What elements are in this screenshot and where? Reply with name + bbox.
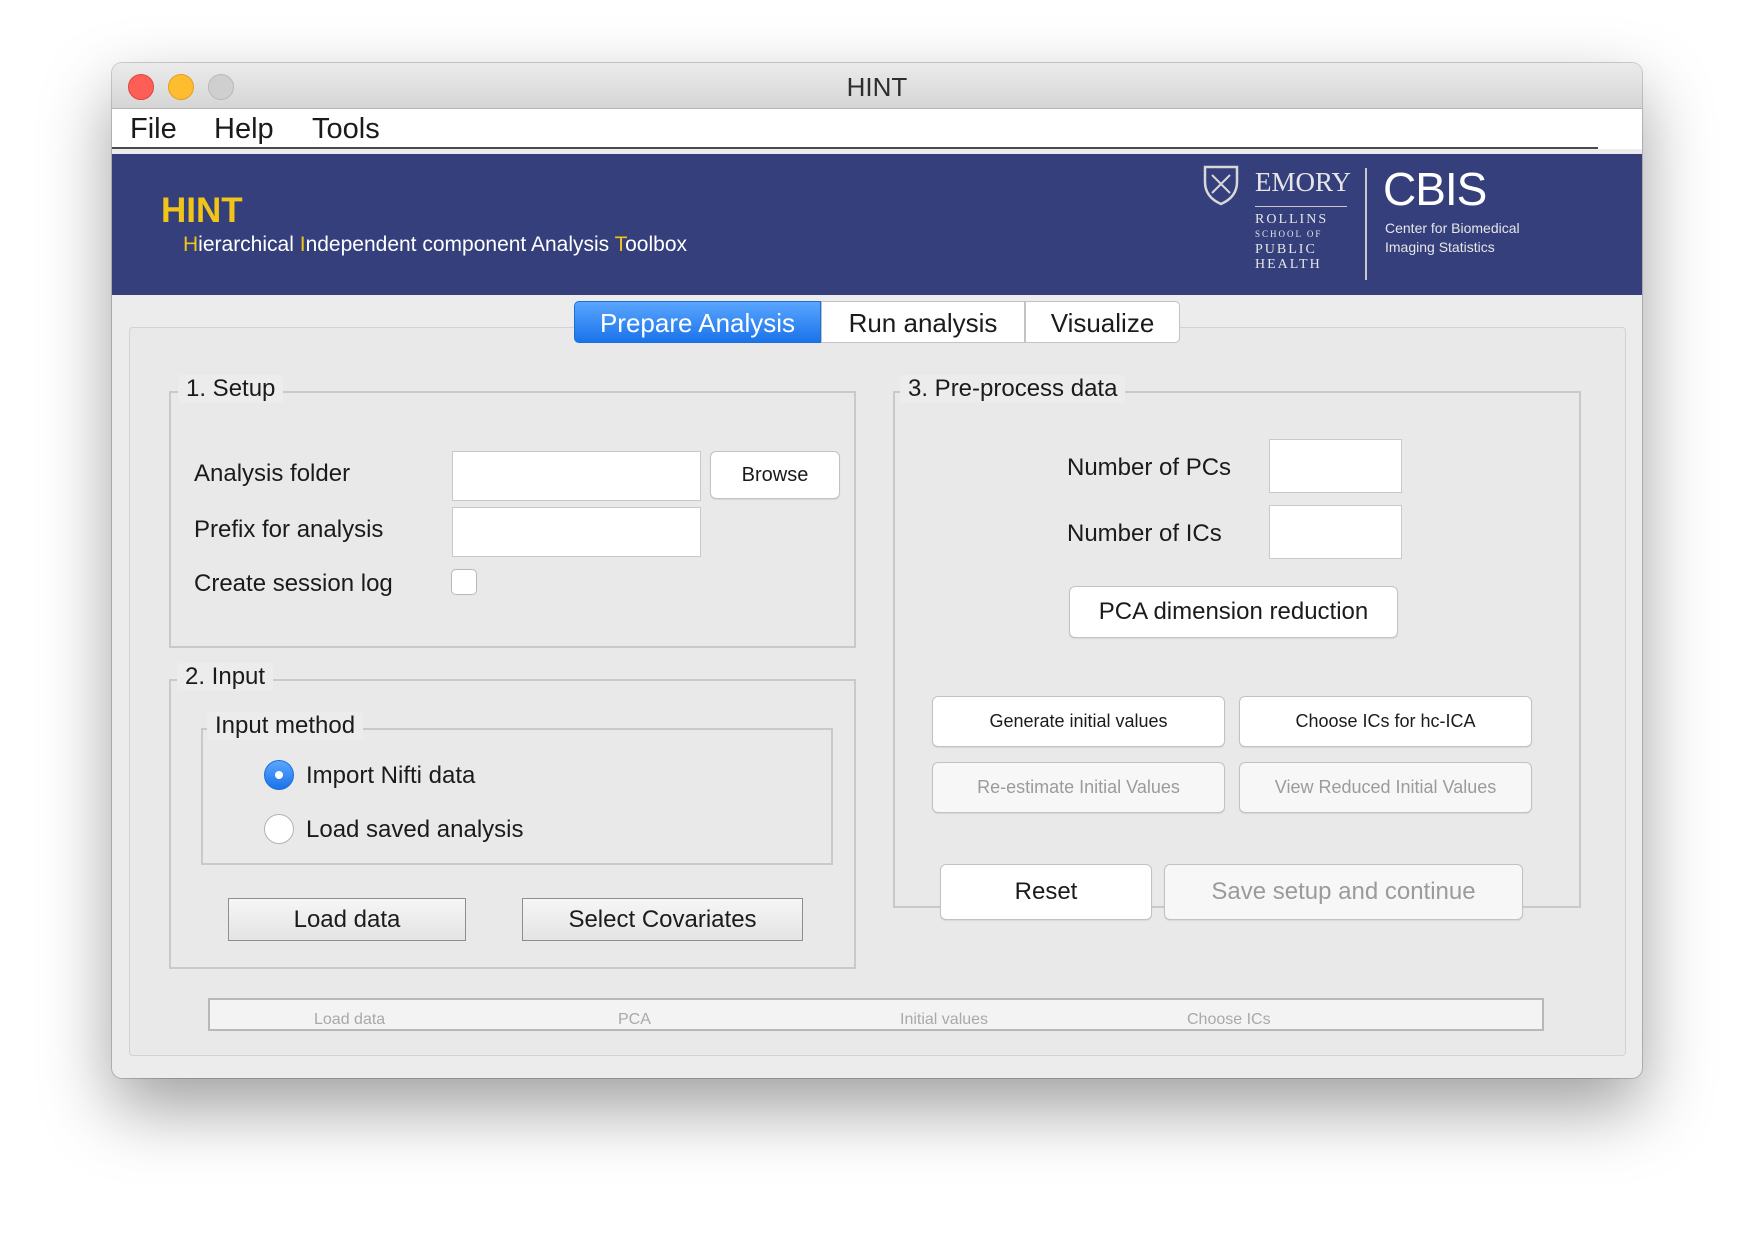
logo-divider xyxy=(1365,168,1367,280)
import-nifti-label: Import Nifti data xyxy=(306,762,476,789)
input-legend: 2. Input xyxy=(177,663,274,691)
logo-rollins: ROLLINS SCHOOL OF PUBLIC HEALTH xyxy=(1255,212,1329,272)
reset-button[interactable]: Reset xyxy=(940,864,1152,920)
progress-step-initial-values: Initial values xyxy=(900,1011,989,1028)
load-data-button[interactable]: Load data xyxy=(228,898,466,941)
analysis-folder-input[interactable] xyxy=(452,451,701,501)
subtitle-word: Toolbox xyxy=(614,233,688,256)
input-method-legend: Input method xyxy=(207,712,364,740)
progress-steps-bar: Load data PCA Initial values Choose ICs xyxy=(208,998,1544,1031)
progress-step-load-data: Load data xyxy=(314,1011,386,1028)
header-banner: HINT Hierarchical Independent component … xyxy=(112,154,1642,295)
session-log-label: Create session log xyxy=(194,570,393,597)
menu-bar: File Help Tools xyxy=(112,109,1642,149)
subtitle-word: Independent xyxy=(299,233,417,256)
logo-cbis: CBIS xyxy=(1383,163,1487,215)
load-saved-radio[interactable] xyxy=(264,814,294,844)
preprocess-group: 3. Pre-process data xyxy=(893,375,1581,908)
app-window: HINT File Help Tools HINT Hierarchical I… xyxy=(112,63,1642,1078)
num-pcs-input[interactable] xyxy=(1269,439,1402,493)
emory-shield-icon xyxy=(1203,165,1239,206)
pca-reduction-button[interactable]: PCA dimension reduction xyxy=(1069,586,1398,638)
menu-help[interactable]: Help xyxy=(214,113,274,146)
menu-file[interactable]: File xyxy=(130,113,177,146)
reestimate-initial-values-button[interactable]: Re-estimate Initial Values xyxy=(932,762,1225,813)
browse-button[interactable]: Browse xyxy=(710,451,840,499)
prefix-input[interactable] xyxy=(452,507,701,557)
app-name: HINT xyxy=(161,191,243,230)
tab-run-analysis[interactable]: Run analysis xyxy=(821,301,1025,343)
subtitle-word: Hierarchical xyxy=(183,233,294,256)
app-subtitle: Hierarchical Independent component Analy… xyxy=(183,233,687,257)
logo-cbis-subtitle: Center for Biomedical Imaging Statistics xyxy=(1385,220,1520,255)
tab-prepare-analysis[interactable]: Prepare Analysis xyxy=(574,301,821,343)
save-continue-button[interactable]: Save setup and continue xyxy=(1164,864,1523,920)
menu-tools[interactable]: Tools xyxy=(312,113,380,146)
tab-visualize[interactable]: Visualize xyxy=(1025,301,1180,343)
import-nifti-radio[interactable] xyxy=(264,760,294,790)
session-log-checkbox[interactable] xyxy=(451,569,477,595)
logo-rule xyxy=(1255,206,1347,207)
menu-divider xyxy=(112,147,1598,149)
preprocess-legend: 3. Pre-process data xyxy=(900,375,1126,403)
progress-step-choose-ics: Choose ICs xyxy=(1187,1011,1271,1028)
view-reduced-initial-values-button[interactable]: View Reduced Initial Values xyxy=(1239,762,1532,813)
subtitle-word: Analysis xyxy=(530,233,610,256)
subtitle-word: component xyxy=(422,233,527,256)
analysis-folder-label: Analysis folder xyxy=(194,460,351,487)
generate-initial-values-button[interactable]: Generate initial values xyxy=(932,696,1225,747)
choose-ics-button[interactable]: Choose ICs for hc-ICA xyxy=(1239,696,1532,747)
load-saved-label: Load saved analysis xyxy=(306,816,524,843)
num-pcs-label: Number of PCs xyxy=(1067,454,1232,481)
title-bar: HINT xyxy=(112,63,1642,109)
input-method-group: Input method xyxy=(201,712,833,865)
progress-step-pca: PCA xyxy=(618,1011,651,1028)
prefix-label: Prefix for analysis xyxy=(194,516,384,543)
num-ics-input[interactable] xyxy=(1269,505,1402,559)
num-ics-label: Number of ICs xyxy=(1067,520,1222,547)
select-covariates-button[interactable]: Select Covariates xyxy=(522,898,803,941)
setup-legend: 1. Setup xyxy=(178,375,284,403)
window-title: HINT xyxy=(846,72,908,102)
logo-emory: EMORY xyxy=(1255,167,1352,197)
